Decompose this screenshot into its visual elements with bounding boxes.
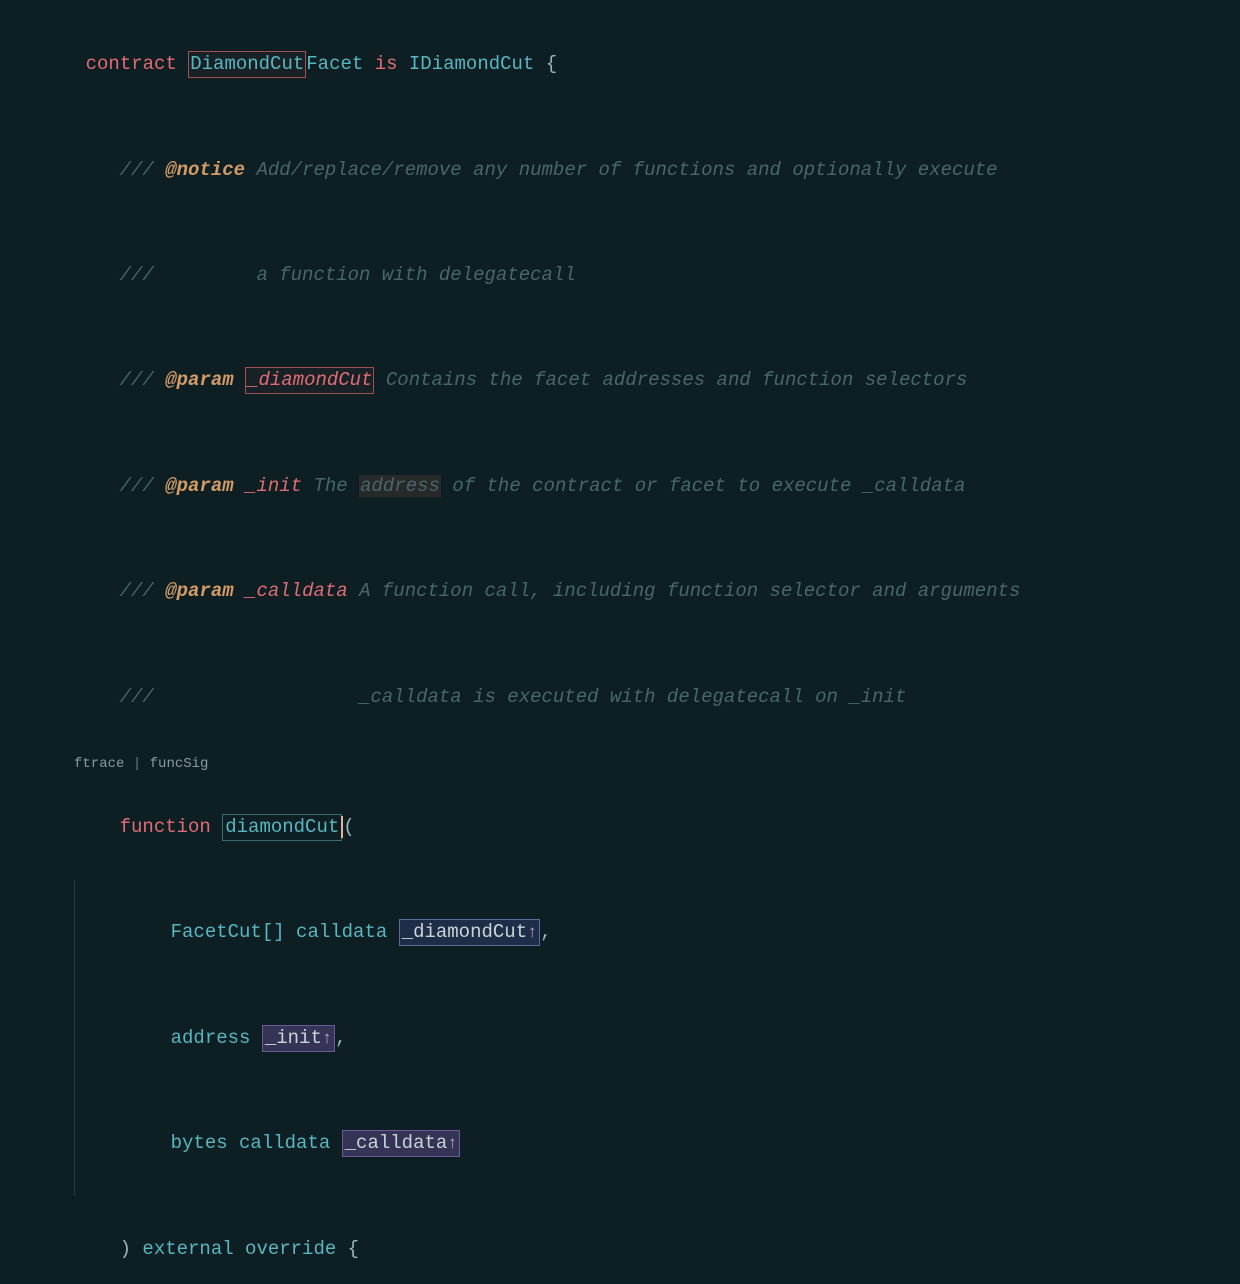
param-type: address xyxy=(171,1027,251,1049)
doc-line: /// @param _calldata A function call, in… xyxy=(20,539,1220,644)
doc-line: /// @param _diamondCut Contains the face… xyxy=(20,328,1220,433)
comment-slashes: /// xyxy=(120,369,154,391)
doc-text: The xyxy=(302,475,359,497)
comment-slashes: /// xyxy=(120,475,154,497)
code-line: FacetCut[] calldata _diamondCut↑, xyxy=(74,880,1220,985)
keyword-calldata: calldata xyxy=(239,1132,330,1154)
doc-param-name: _diamondCut xyxy=(247,369,372,391)
open-brace: { xyxy=(534,53,557,75)
doc-tag-notice: @notice xyxy=(165,159,245,181)
keyword-external: external xyxy=(142,1238,233,1260)
arrow-up-icon: ↑ xyxy=(322,1030,332,1049)
keyword-calldata: calldata xyxy=(296,921,387,943)
doc-line: /// a function with delegatecall xyxy=(20,223,1220,328)
doc-text: _calldata is executed with delegatecall … xyxy=(154,686,907,708)
codelens-row: ftrace | funcSig xyxy=(20,750,1220,775)
doc-tag-param: @param xyxy=(165,369,233,391)
open-paren: ( xyxy=(343,816,354,838)
close-paren: ) xyxy=(120,1238,131,1260)
codelens-funcsig[interactable]: funcSig xyxy=(150,756,209,772)
comma: , xyxy=(540,921,551,943)
doc-tag-param: @param xyxy=(165,475,233,497)
code-line: function diamondCut( xyxy=(20,775,1220,880)
function-name: diamondCut xyxy=(225,816,339,838)
doc-text: Add/replace/remove any number of functio… xyxy=(245,159,998,181)
param-type: bytes xyxy=(171,1132,228,1154)
code-editor: contract DiamondCutFacet is IDiamondCut … xyxy=(20,12,1220,1284)
keyword-contract: contract xyxy=(86,53,177,75)
code-line: bytes calldata _calldata↑ xyxy=(74,1091,1220,1196)
arrow-up-icon: ↑ xyxy=(527,924,537,943)
class-name: DiamondCut xyxy=(190,53,304,75)
doc-line: /// @param _init The address of the cont… xyxy=(20,434,1220,539)
doc-param-name: _calldata xyxy=(245,580,348,602)
doc-text: A function call, including function sele… xyxy=(348,580,1021,602)
keyword-override: override xyxy=(245,1238,336,1260)
param-name: _diamondCut xyxy=(402,921,527,943)
comment-slashes: /// xyxy=(120,159,154,181)
param-name: _calldata xyxy=(345,1132,448,1154)
doc-text: Contains the facet addresses and functio… xyxy=(374,369,967,391)
codelens-separator: | xyxy=(124,756,149,772)
doc-tag-param: @param xyxy=(165,580,233,602)
code-line: contract DiamondCutFacet is IDiamondCut … xyxy=(20,12,1220,117)
comment-slashes: /// xyxy=(120,580,154,602)
doc-text: a function with delegatecall xyxy=(154,264,576,286)
doc-text: of the contract or facet to execute _cal… xyxy=(441,475,966,497)
arrow-up-icon: ↑ xyxy=(447,1135,457,1154)
keyword-is: is xyxy=(375,53,398,75)
doc-text-highlight: address xyxy=(359,475,441,497)
code-line: ) external override { xyxy=(20,1196,1220,1284)
param-name: _init xyxy=(265,1027,322,1049)
doc-line: /// @notice Add/replace/remove any numbe… xyxy=(20,117,1220,222)
codelens-ftrace[interactable]: ftrace xyxy=(74,756,124,772)
doc-line: /// _calldata is executed with delegatec… xyxy=(20,645,1220,750)
comment-slashes: /// xyxy=(120,686,154,708)
code-line: address _init↑, xyxy=(74,986,1220,1091)
doc-param-name: _init xyxy=(245,475,302,497)
keyword-function: function xyxy=(120,816,211,838)
class-name-suffix: Facet xyxy=(306,53,363,75)
open-brace: { xyxy=(336,1238,359,1260)
comment-slashes: /// xyxy=(120,264,154,286)
param-type: FacetCut[] xyxy=(171,921,285,943)
comma: , xyxy=(335,1027,346,1049)
interface-name: IDiamondCut xyxy=(409,53,534,75)
